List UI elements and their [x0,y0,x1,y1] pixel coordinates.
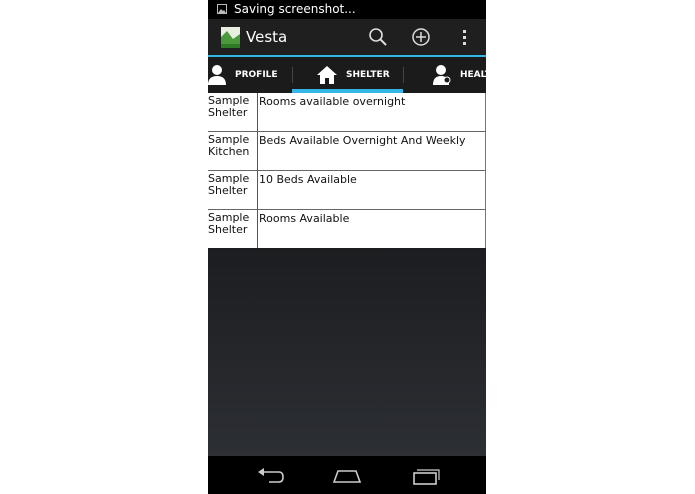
image-icon [217,4,227,14]
column-divider [257,93,258,131]
status-text: Saving screenshot... [234,2,356,16]
home-icon[interactable] [332,466,362,486]
tab-bar: PROFILE SHELTER HEALT [208,57,486,93]
list-item[interactable]: Sample Shelter 10 Beds Available [208,171,486,210]
house-icon [317,66,337,84]
status-bar: Saving screenshot... [208,0,486,19]
row-border [485,132,486,170]
back-icon[interactable] [255,466,285,486]
overflow-menu-icon[interactable] [452,25,476,49]
row-border [485,93,486,131]
row-border [485,210,486,248]
column-divider [257,171,258,209]
column-divider [257,210,258,248]
search-icon[interactable] [366,25,390,49]
item-name: Sample Kitchen [208,133,250,158]
item-description: Rooms available overnight [259,95,406,108]
tab-label: SHELTER [346,70,390,80]
item-name: Sample Shelter [208,211,250,236]
item-description: Beds Available Overnight And Weekly [259,134,466,147]
app-logo-icon[interactable] [221,27,240,48]
item-description: Rooms Available [259,212,350,225]
phone-screen: Saving screenshot... Vesta PROFILE SHELT… [208,0,486,494]
shelter-list: Sample Shelter Rooms available overnight… [208,93,486,249]
item-name: Sample Shelter [208,172,250,197]
empty-content-area [208,248,486,456]
tab-label: HEALT [460,70,486,80]
recents-icon[interactable] [410,466,440,486]
column-divider [257,132,258,170]
tab-health[interactable]: HEALT [403,57,486,93]
list-item[interactable]: Sample Shelter Rooms available overnight [208,93,486,132]
tab-label: PROFILE [235,70,278,80]
item-name: Sample Shelter [208,94,250,119]
action-bar: Vesta [208,19,486,57]
item-description: 10 Beds Available [259,173,357,186]
row-border [485,171,486,209]
tab-shelter[interactable]: SHELTER [292,57,403,93]
add-icon[interactable] [409,25,433,49]
app-title: Vesta [246,28,288,46]
person-icon [208,65,226,85]
navigation-bar [208,456,486,494]
health-icon [433,65,451,85]
tab-profile[interactable]: PROFILE [208,57,292,93]
list-item[interactable]: Sample Kitchen Beds Available Overnight … [208,132,486,171]
list-item[interactable]: Sample Shelter Rooms Available [208,210,486,249]
